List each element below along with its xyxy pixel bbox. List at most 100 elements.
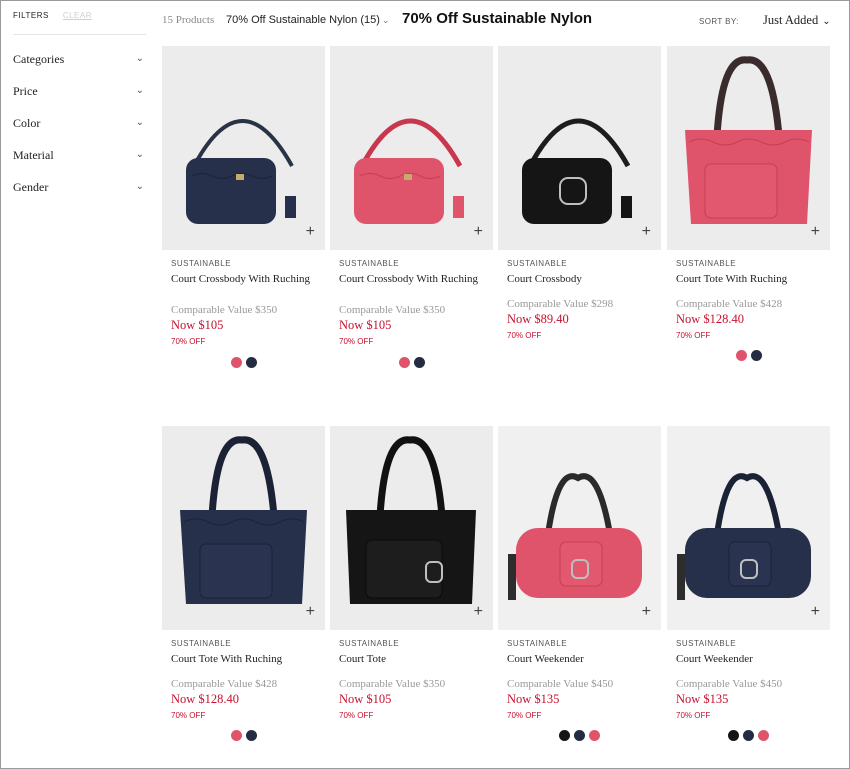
color-swatches [162, 730, 325, 741]
product-tag: SUSTAINABLE [676, 639, 737, 648]
comparable-price: Comparable Value $428 [171, 678, 278, 690]
sale-price: Now $128.40 [171, 692, 240, 706]
quick-add-icon[interactable]: + [306, 604, 315, 620]
swatch-pink[interactable] [398, 357, 410, 368]
product-name[interactable]: Court Crossbody [507, 272, 657, 288]
quick-add-icon[interactable]: + [474, 224, 483, 240]
facet-label: Material [13, 148, 54, 162]
swatch-navy[interactable] [574, 730, 585, 741]
page-title: 70% Off Sustainable Nylon [402, 10, 593, 27]
product-name[interactable]: Court Tote With Ruching [171, 652, 321, 668]
swatch-black[interactable] [728, 730, 739, 741]
facet-label: Price [13, 84, 38, 98]
sale-price: Now $105 [339, 318, 392, 332]
facet-price[interactable]: Price ⌄ [13, 84, 146, 102]
swatch-navy[interactable] [750, 350, 762, 361]
tote-bag-image [685, 56, 812, 224]
swatch-navy[interactable] [245, 357, 257, 368]
product-tag: SUSTAINABLE [507, 639, 568, 648]
product-tag: SUSTAINABLE [171, 639, 232, 648]
clear-filters-link[interactable]: CLEAR [63, 11, 92, 20]
swatch-pink[interactable] [758, 730, 769, 741]
crossbody-bag-image [354, 118, 464, 224]
product-image[interactable]: + [667, 46, 830, 250]
swatch-navy[interactable] [743, 730, 754, 741]
product-image[interactable]: + [162, 426, 325, 630]
swatch-navy[interactable] [413, 357, 425, 368]
product-name[interactable]: Court Tote With Ruching [676, 272, 826, 288]
quick-add-icon[interactable]: + [474, 604, 483, 620]
filters-label: FILTERS [13, 11, 49, 20]
product-tag: SUSTAINABLE [507, 259, 568, 268]
chevron-down-icon: ⌄ [135, 149, 144, 160]
tote-bag-image [180, 436, 307, 604]
weekender-bag-image [677, 473, 811, 600]
active-filter-label: 70% Off Sustainable Nylon (15) [226, 14, 380, 26]
swatch-black[interactable] [559, 730, 570, 741]
filters-header: FILTERS CLEAR [13, 11, 92, 20]
product-name[interactable]: Court Crossbody With Ruching [339, 272, 489, 288]
product-name[interactable]: Court Weekender [676, 652, 826, 668]
facet-label: Gender [13, 180, 49, 194]
product-image[interactable]: + [330, 46, 493, 250]
quick-add-icon[interactable]: + [306, 224, 315, 240]
sort-value: Just Added [763, 13, 819, 27]
facet-categories[interactable]: Categories ⌄ [13, 52, 146, 70]
chevron-down-icon: ⌄ [135, 181, 144, 192]
swatch-pink[interactable] [230, 357, 242, 368]
weekender-bag-image [508, 473, 642, 600]
sort-label: SORT BY: [699, 17, 739, 26]
discount-badge: 70% OFF [507, 331, 542, 340]
product-tag: SUSTAINABLE [339, 259, 400, 268]
quick-add-icon[interactable]: + [642, 224, 651, 240]
product-image[interactable]: + [498, 46, 661, 250]
crossbody-bag-image [186, 119, 296, 224]
discount-badge: 70% OFF [507, 711, 542, 720]
comparable-price: Comparable Value $350 [339, 678, 446, 690]
quick-add-icon[interactable]: + [811, 604, 820, 620]
discount-badge: 70% OFF [676, 331, 711, 340]
product-image[interactable]: + [162, 46, 325, 250]
product-image[interactable]: + [330, 426, 493, 630]
comparable-price: Comparable Value $350 [171, 304, 278, 316]
discount-badge: 70% OFF [339, 711, 374, 720]
tote-bag-image [346, 436, 476, 604]
sale-price: Now $135 [676, 692, 729, 706]
swatch-pink[interactable] [735, 350, 747, 361]
sale-price: Now $105 [339, 692, 392, 706]
color-swatches [498, 730, 661, 741]
facet-label: Color [13, 116, 41, 130]
swatch-pink[interactable] [230, 730, 242, 741]
chevron-down-icon: ⌄ [822, 16, 831, 27]
facet-material[interactable]: Material ⌄ [13, 148, 146, 166]
product-image[interactable]: + [667, 426, 830, 630]
comparable-price: Comparable Value $450 [507, 678, 614, 690]
chevron-down-icon: ⌄ [135, 117, 144, 128]
product-name[interactable]: Court Tote [339, 652, 489, 668]
results-header: 15 Products 70% Off Sustainable Nylon (1… [162, 0, 836, 42]
product-tag: SUSTAINABLE [171, 259, 232, 268]
facet-color[interactable]: Color ⌄ [13, 116, 146, 134]
comparable-price: Comparable Value $350 [339, 304, 446, 316]
sort-dropdown[interactable]: Just Added ⌄ [763, 13, 831, 28]
chevron-down-icon: ⌄ [135, 53, 144, 64]
active-filter-dropdown[interactable]: 70% Off Sustainable Nylon (15) ⌄ [226, 14, 389, 26]
quick-add-icon[interactable]: + [811, 224, 820, 240]
chevron-down-icon: ⌄ [135, 85, 144, 96]
sale-price: Now $105 [171, 318, 224, 332]
facet-label: Categories [13, 52, 65, 66]
color-swatches [162, 357, 325, 368]
quick-add-icon[interactable]: + [642, 604, 651, 620]
swatch-pink[interactable] [589, 730, 600, 741]
swatch-navy[interactable] [245, 730, 257, 741]
discount-badge: 70% OFF [171, 711, 206, 720]
sale-price: Now $89.40 [507, 312, 569, 326]
product-image[interactable]: + [498, 426, 661, 630]
color-swatches [330, 357, 493, 368]
sidebar-divider [13, 34, 146, 35]
facet-gender[interactable]: Gender ⌄ [13, 180, 146, 198]
product-name[interactable]: Court Weekender [507, 652, 657, 668]
color-swatches [667, 730, 830, 741]
product-name[interactable]: Court Crossbody With Ruching [171, 272, 321, 288]
product-count: 15 Products [162, 14, 215, 26]
